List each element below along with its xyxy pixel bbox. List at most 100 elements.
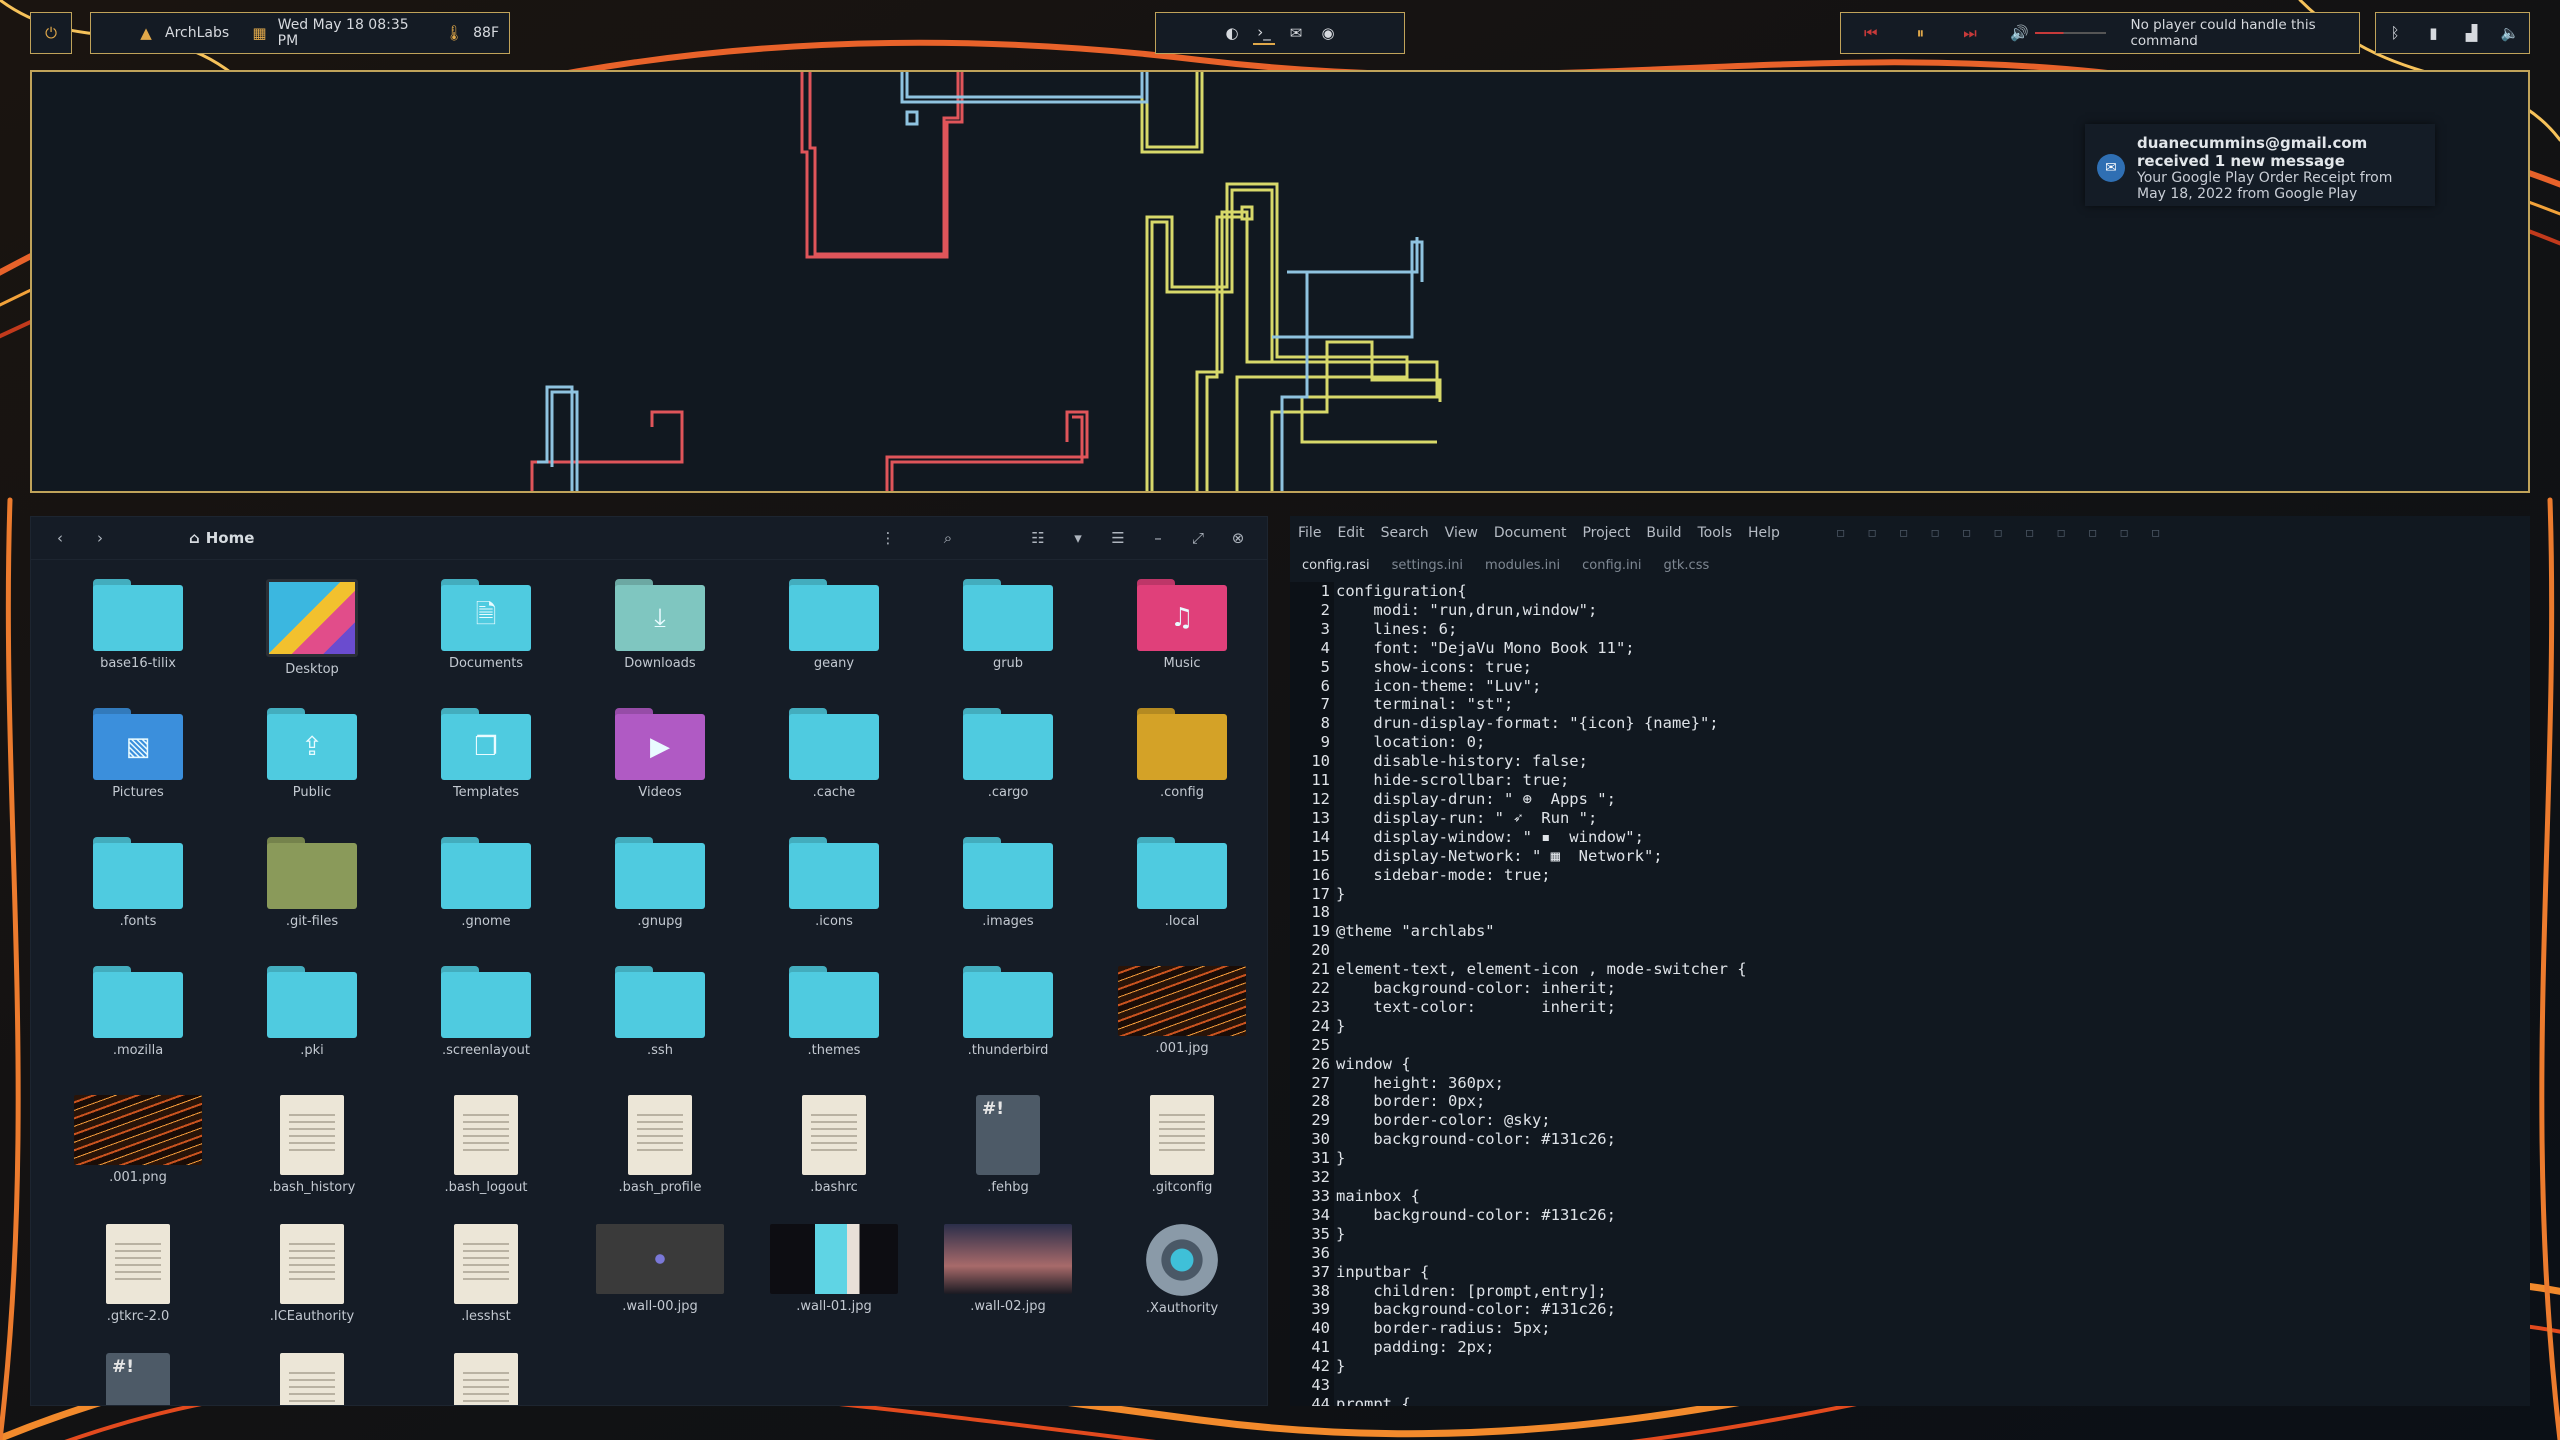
editor-tab[interactable]: modules.ini <box>1485 558 1560 573</box>
file-item[interactable]: .gnupg <box>573 837 747 966</box>
file-item[interactable]: .mozilla <box>51 966 225 1095</box>
code-line[interactable]: 22 background-color: inherit; <box>1290 979 2530 998</box>
code-line[interactable]: 31} <box>1290 1149 2530 1169</box>
file-item[interactable]: grub <box>921 579 1095 708</box>
code-line[interactable]: 8 drun-display-format: "{icon} {name}"; <box>1290 714 2530 734</box>
file-item[interactable]: .wall-01.jpg <box>747 1224 921 1353</box>
code-line[interactable]: 27 height: 360px; <box>1290 1073 2530 1093</box>
file-item[interactable]: ♫ Music <box>1095 579 1267 708</box>
file-item[interactable]: .wall-00.jpg <box>573 1224 747 1353</box>
breadcrumb-home[interactable]: ⌂ Home <box>189 529 254 547</box>
file-item[interactable]: ▧ Pictures <box>51 708 225 837</box>
code-line[interactable]: 20 <box>1290 941 2530 961</box>
file-item[interactable]: .icons <box>747 837 921 966</box>
file-item[interactable]: .bash_profile <box>573 1095 747 1224</box>
code-line[interactable]: 3 lines: 6; <box>1290 619 2530 639</box>
bluetooth-icon[interactable]: ᛒ <box>2384 22 2406 44</box>
code-line[interactable]: 14 display-window: " ▪ window"; <box>1290 827 2530 847</box>
file-item[interactable]: geany <box>747 579 921 708</box>
code-line[interactable]: 34 background-color: #131c26; <box>1290 1205 2530 1225</box>
code-line[interactable]: 24} <box>1290 1016 2530 1036</box>
signal-icon[interactable]: ▟ <box>2461 22 2483 44</box>
code-line[interactable]: 21 element-text, element-icon , mode-swit… <box>1290 960 2530 980</box>
code-line[interactable]: 9 location: 0; <box>1290 733 2530 753</box>
code-line[interactable]: 23 text-color: inherit; <box>1290 997 2530 1017</box>
code-line[interactable]: 12 display-drun: " ⊕ Apps "; <box>1290 789 2530 809</box>
search-icon[interactable]: ⌕ <box>937 527 959 549</box>
file-item[interactable]: ▶ Videos <box>573 708 747 837</box>
menu-item-search[interactable]: Search <box>1381 525 1429 541</box>
battery-icon[interactable]: ▮ <box>2422 22 2444 44</box>
code-line[interactable]: 37 inputbar { <box>1290 1262 2530 1282</box>
compile-icon[interactable]: ▫ <box>2056 525 2066 541</box>
file-item[interactable]: .ICEauthority <box>225 1224 399 1353</box>
editor-tab[interactable]: config.ini <box>1582 558 1641 573</box>
volume-slider[interactable] <box>2035 32 2107 34</box>
code-line[interactable]: 15 display-Network: " ▦ Network"; <box>1290 846 2530 866</box>
menu-item-help[interactable]: Help <box>1748 525 1780 541</box>
minimize-icon[interactable]: – <box>1147 527 1169 549</box>
code-line[interactable]: 38 children: [prompt,entry]; <box>1290 1281 2530 1301</box>
file-item[interactable]: ⇪ Public <box>225 708 399 837</box>
code-line[interactable]: 42} <box>1290 1357 2530 1377</box>
code-line[interactable]: 30 background-color: #131c26; <box>1290 1130 2530 1150</box>
file-item[interactable]: .gnome <box>399 837 573 966</box>
editor-tab[interactable]: settings.ini <box>1392 558 1463 573</box>
revert-icon[interactable]: ▫ <box>1930 525 1940 541</box>
menu-item-edit[interactable]: Edit <box>1337 525 1364 541</box>
file-item[interactable]: .ssh <box>573 966 747 1095</box>
file-item[interactable]: .bash_logout <box>399 1095 573 1224</box>
chevron-down-icon[interactable]: ▾ <box>1067 527 1089 549</box>
maximize-icon[interactable]: ⤢ <box>1187 527 1209 549</box>
code-line[interactable]: 10 disable-history: false; <box>1290 752 2530 772</box>
file-item[interactable]: #! <box>51 1353 225 1405</box>
file-item[interactable]: .images <box>921 837 1095 966</box>
distro-label[interactable]: ▲ ArchLabs <box>125 22 239 44</box>
pause-icon[interactable]: ⏸ <box>1911 22 1931 44</box>
next-track-icon[interactable]: ⏭ <box>1960 22 1980 44</box>
menu-item-project[interactable]: Project <box>1582 525 1630 541</box>
mail-icon[interactable]: ✉ <box>1285 22 1307 44</box>
file-item[interactable]: .gtkrc-2.0 <box>51 1224 225 1353</box>
code-line[interactable]: 6 icon-theme: "Luv"; <box>1290 676 2530 696</box>
file-item[interactable]: .thunderbird <box>921 966 1095 1095</box>
code-line[interactable]: 32 <box>1290 1168 2530 1187</box>
code-line[interactable]: 11 hide-scrollbar: true; <box>1290 771 2530 790</box>
file-item[interactable]: .config <box>1095 708 1267 837</box>
code-line[interactable]: 41 padding: 2px; <box>1290 1338 2530 1358</box>
file-item[interactable]: .fonts <box>51 837 225 966</box>
power-icon[interactable]: ⏻ <box>40 22 62 44</box>
file-item[interactable]: Desktop <box>225 579 399 708</box>
file-item[interactable]: .bashrc <box>747 1095 921 1224</box>
menu-item-document[interactable]: Document <box>1494 525 1567 541</box>
forward-icon[interactable]: ▫ <box>2025 525 2035 541</box>
close-icon[interactable]: ⊗ <box>1227 527 1249 549</box>
code-line[interactable]: 29 border-color: @sky; <box>1290 1111 2530 1131</box>
code-line[interactable]: 25 <box>1290 1035 2530 1055</box>
forward-icon[interactable]: › <box>89 527 111 549</box>
file-item[interactable]: .local <box>1095 837 1267 966</box>
code-line[interactable]: 26 window { <box>1290 1054 2530 1074</box>
menu-item-tools[interactable]: Tools <box>1698 525 1733 541</box>
code-line[interactable]: 7 terminal: "st"; <box>1290 695 2530 715</box>
editor-tab[interactable]: config.rasi <box>1302 558 1370 573</box>
code-line[interactable]: 1 configuration{ <box>1290 582 2530 601</box>
code-line[interactable]: 39 background-color: #131c26; <box>1290 1300 2530 1320</box>
file-item[interactable]: .Xauthority <box>1095 1224 1267 1353</box>
palette-icon[interactable]: ◉ <box>1317 22 1339 44</box>
browser-icon[interactable]: ◐ <box>1221 22 1243 44</box>
view-options-icon[interactable]: ☷ <box>1027 527 1049 549</box>
code-line[interactable]: 33 mainbox { <box>1290 1187 2530 1206</box>
file-item[interactable]: .lesshst <box>399 1224 573 1353</box>
file-item[interactable]: .cache <box>747 708 921 837</box>
editor-tab[interactable]: gtk.css <box>1664 558 1710 573</box>
code-line[interactable]: 2 modi: "run,drun,window"; <box>1290 600 2530 620</box>
code-line[interactable]: 13 display-run: " ➶ Run "; <box>1290 808 2530 828</box>
back-icon[interactable]: ‹ <box>49 527 71 549</box>
file-item[interactable]: .screenlayout <box>399 966 573 1095</box>
code-line[interactable]: 28 border: 0px; <box>1290 1092 2530 1112</box>
new-file-icon[interactable]: ▫ <box>1836 525 1846 541</box>
power-segment[interactable]: ⏻ <box>30 12 72 54</box>
file-item[interactable]: ⤓ Downloads <box>573 579 747 708</box>
file-item[interactable] <box>399 1353 573 1405</box>
